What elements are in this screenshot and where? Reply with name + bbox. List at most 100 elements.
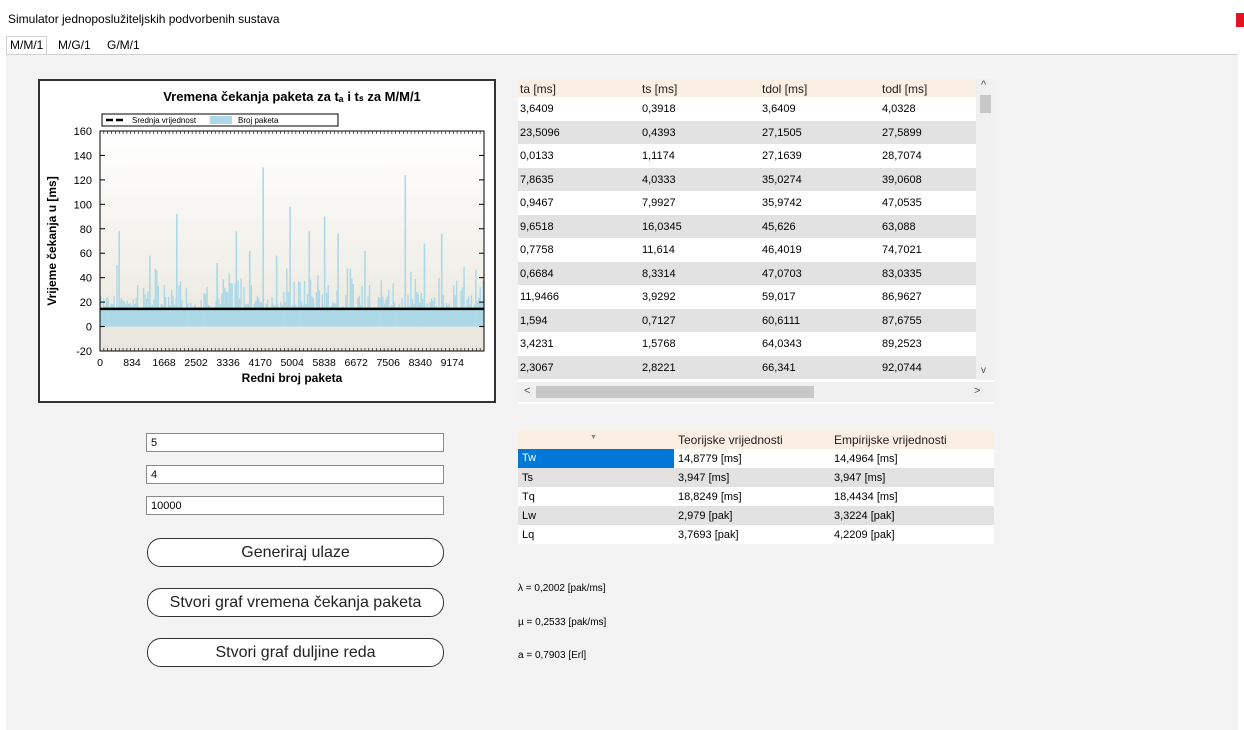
- table-cell[interactable]: 3,6409: [762, 103, 796, 115]
- results-cell[interactable]: 4,2209 [pak]: [834, 529, 895, 541]
- table-cell[interactable]: 7,9927: [642, 197, 676, 209]
- results-column-header[interactable]: Empirijske vrijednosti: [834, 433, 947, 447]
- tab-gm1[interactable]: G/M/1: [103, 36, 144, 55]
- scroll-up-icon[interactable]: ^: [981, 79, 986, 91]
- table-cell[interactable]: 74,7021: [882, 244, 922, 256]
- table-cell[interactable]: 1,5768: [642, 338, 676, 350]
- column-header[interactable]: ta [ms]: [520, 82, 556, 96]
- service-rate-input[interactable]: 4: [146, 465, 444, 484]
- packet-count-input[interactable]: 10000: [146, 496, 444, 515]
- results-cell[interactable]: 3,3224 [pak]: [834, 510, 895, 522]
- results-cell[interactable]: 18,4434 [ms]: [834, 491, 898, 503]
- table-cell[interactable]: 59,017: [762, 291, 796, 303]
- table-cell[interactable]: 2,8221: [642, 362, 676, 374]
- table-cell[interactable]: 87,6755: [882, 315, 922, 327]
- table-cell[interactable]: 46,4019: [762, 244, 802, 256]
- table-row[interactable]: 3,4231 1,5768 64,0343 89,2523: [518, 332, 976, 355]
- table-row[interactable]: 0,7758 11,614 46,4019 74,7021: [518, 238, 976, 261]
- table-row[interactable]: 7,8635 4,0333 35,0274 39,0608: [518, 167, 976, 191]
- table-cell[interactable]: 9,6518: [520, 221, 554, 233]
- table-cell[interactable]: 47,0703: [762, 268, 802, 280]
- table-cell[interactable]: 11,614: [642, 244, 675, 256]
- scroll-right-icon[interactable]: >: [974, 385, 980, 397]
- table-cell[interactable]: 39,0608: [882, 174, 922, 186]
- table-cell[interactable]: 0,0133: [520, 150, 554, 162]
- table-cell[interactable]: 35,9742: [762, 197, 802, 209]
- tab-mg1[interactable]: M/G/1: [54, 36, 95, 55]
- horizontal-scroll-thumb[interactable]: [536, 386, 814, 398]
- table-cell[interactable]: 45,626: [762, 221, 796, 233]
- table-cell[interactable]: 16,0345: [642, 221, 682, 233]
- results-row[interactable]: Tq 18,8249 [ms] 18,4434 [ms]: [518, 487, 994, 506]
- table-cell[interactable]: 7,8635: [520, 174, 554, 186]
- table-row[interactable]: 0,0133 1,1174 27,1639 28,7074: [518, 144, 976, 167]
- table-cell[interactable]: 4,0333: [642, 174, 676, 186]
- table-cell[interactable]: 11,9466: [520, 291, 559, 303]
- table-row[interactable]: 0,9467 7,9927 35,9742 47,0535: [518, 191, 976, 214]
- table-cell[interactable]: 0,6684: [520, 268, 554, 280]
- results-column-header[interactable]: Teorijske vrijednosti: [678, 433, 783, 447]
- horizontal-scrollbar[interactable]: < >: [518, 382, 994, 402]
- results-cell[interactable]: 14,8779 [ms]: [678, 453, 742, 465]
- vertical-scrollbar[interactable]: ^ v: [976, 79, 994, 380]
- results-row[interactable]: Ts 3,947 [ms] 3,947 [ms]: [518, 468, 994, 487]
- table-cell[interactable]: 8,3314: [642, 268, 676, 280]
- table-row[interactable]: 23,5096 0,4393 27,1505 27,5899: [518, 120, 976, 144]
- results-cell[interactable]: 3,947 [ms]: [834, 472, 885, 484]
- scroll-left-icon[interactable]: <: [524, 385, 530, 397]
- vertical-scroll-thumb[interactable]: [980, 95, 991, 113]
- results-row[interactable]: Tw 14,8779 [ms] 14,4964 [ms]: [518, 449, 994, 468]
- table-cell[interactable]: 3,9292: [642, 291, 676, 303]
- table-cell[interactable]: 60,6111: [762, 315, 800, 327]
- table-cell[interactable]: 2,3067: [520, 362, 554, 374]
- queue-length-graph-button[interactable]: Stvori graf duljine reda: [147, 638, 444, 667]
- table-row[interactable]: 2,3067 2,8221 66,341 92,0744: [518, 355, 976, 379]
- results-cell[interactable]: 3,947 [ms]: [678, 472, 729, 484]
- table-cell[interactable]: 1,594: [520, 315, 548, 327]
- sort-glyph-icon[interactable]: ▼: [590, 434, 597, 441]
- results-cell[interactable]: 2,979 [pak]: [678, 510, 732, 522]
- table-cell[interactable]: 92,0744: [882, 362, 922, 374]
- results-row[interactable]: Lq 3,7693 [pak] 4,2209 [pak]: [518, 525, 994, 544]
- table-cell[interactable]: 23,5096: [520, 127, 560, 139]
- column-header[interactable]: todl [ms]: [882, 82, 927, 96]
- column-header[interactable]: tdol [ms]: [762, 82, 807, 96]
- table-cell[interactable]: 89,2523: [882, 338, 922, 350]
- scroll-down-icon[interactable]: v: [981, 365, 986, 376]
- table-row[interactable]: 1,594 0,7127 60,6111 87,6755: [518, 308, 976, 332]
- arrival-rate-input[interactable]: 5: [146, 433, 444, 452]
- results-cell[interactable]: Tw: [518, 449, 674, 468]
- table-cell[interactable]: 64,0343: [762, 338, 802, 350]
- table-cell[interactable]: 0,4393: [642, 127, 676, 139]
- table-cell[interactable]: 0,3918: [642, 103, 676, 115]
- table-cell[interactable]: 0,7127: [642, 315, 676, 327]
- column-header[interactable]: ts [ms]: [642, 82, 677, 96]
- table-row[interactable]: 0,6684 8,3314 47,0703 83,0335: [518, 261, 976, 285]
- waiting-time-graph-button[interactable]: Stvori graf vremena čekanja paketa: [147, 588, 444, 617]
- table-row[interactable]: 9,6518 16,0345 45,626 63,088: [518, 214, 976, 238]
- results-cell[interactable]: 18,8249 [ms]: [678, 491, 742, 503]
- results-cell[interactable]: Tq: [522, 491, 535, 503]
- tab-mm1[interactable]: M/M/1: [6, 36, 48, 55]
- table-cell[interactable]: 27,5899: [882, 127, 922, 139]
- results-cell[interactable]: Ts: [522, 472, 533, 484]
- table-cell[interactable]: 0,9467: [520, 197, 554, 209]
- table-cell[interactable]: 63,088: [882, 221, 916, 233]
- table-row[interactable]: 3,6409 0,3918 3,6409 4,0328: [518, 97, 976, 120]
- results-cell[interactable]: Lq: [522, 529, 534, 541]
- table-cell[interactable]: 35,0274: [762, 174, 802, 186]
- table-cell[interactable]: 0,7758: [520, 244, 554, 256]
- results-row[interactable]: Lw 2,979 [pak] 3,3224 [pak]: [518, 506, 994, 525]
- results-cell[interactable]: 3,7693 [pak]: [678, 529, 739, 541]
- table-cell[interactable]: 3,6409: [520, 103, 554, 115]
- table-cell[interactable]: 4,0328: [882, 103, 916, 115]
- table-cell[interactable]: 47,0535: [882, 197, 922, 209]
- table-cell[interactable]: 27,1639: [762, 150, 802, 162]
- results-cell[interactable]: Lw: [522, 510, 536, 522]
- table-row[interactable]: 11,9466 3,9292 59,017 86,9627: [518, 285, 976, 308]
- table-cell[interactable]: 28,7074: [882, 150, 922, 162]
- table-cell[interactable]: 66,341: [762, 362, 796, 374]
- table-cell[interactable]: 83,0335: [882, 268, 922, 280]
- table-cell[interactable]: 3,4231: [520, 338, 554, 350]
- table-cell[interactable]: 1,1174: [642, 150, 675, 162]
